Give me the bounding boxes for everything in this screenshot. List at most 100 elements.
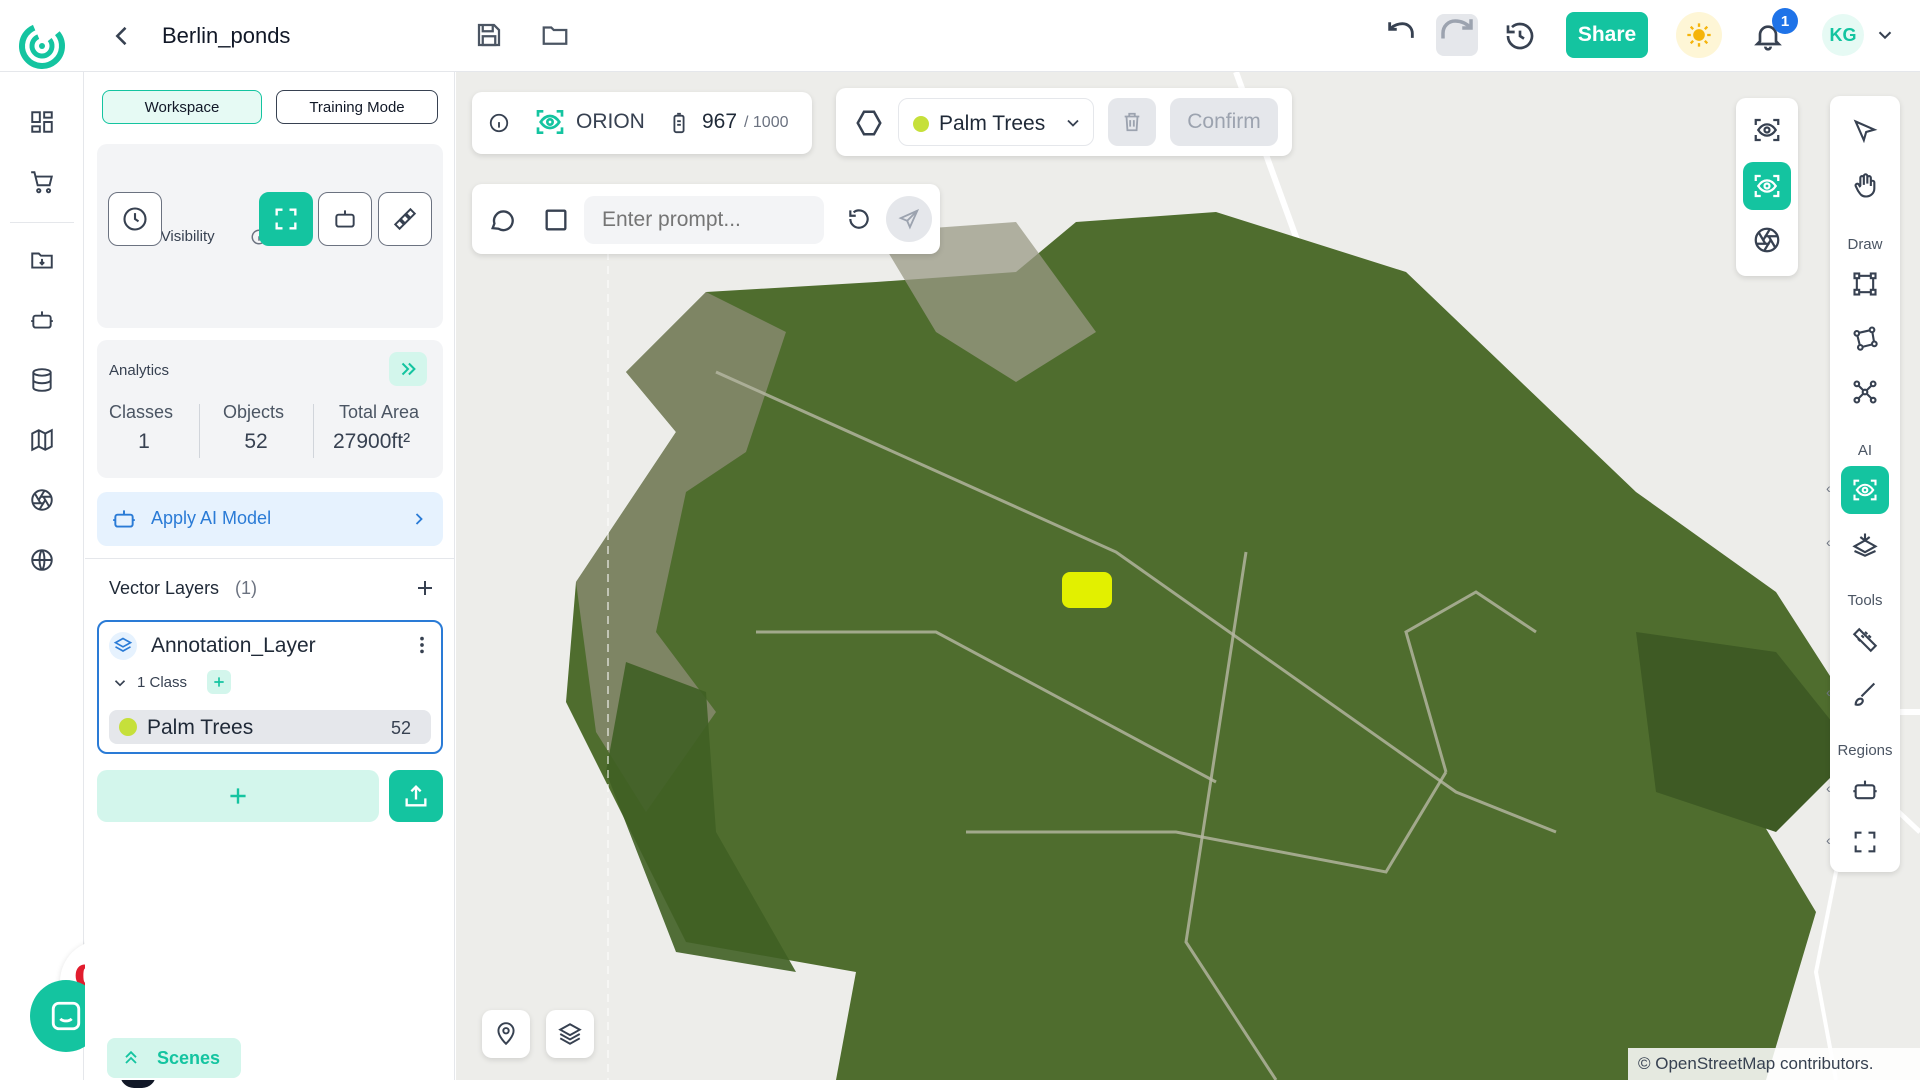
double-chevron-right-icon bbox=[401, 362, 416, 376]
scenes-button[interactable]: Scenes bbox=[107, 1038, 241, 1078]
eye-scan-active-icon[interactable] bbox=[1743, 162, 1791, 210]
hand-pan-icon[interactable] bbox=[1841, 162, 1889, 210]
analytics-divider-1 bbox=[199, 404, 200, 458]
robot-icon[interactable] bbox=[22, 300, 62, 340]
expand-segment-chevron[interactable]: ‹ bbox=[1826, 534, 1831, 550]
right-toolbar: Draw AI ‹ ‹ Tools ‹ Regions ‹ ‹ bbox=[1826, 96, 1900, 872]
polygon-icon[interactable] bbox=[854, 108, 884, 138]
dashboard-icon[interactable] bbox=[22, 102, 62, 142]
location-pin-icon bbox=[497, 1022, 515, 1046]
bounding-box-icon[interactable] bbox=[1841, 260, 1889, 308]
objects-label: Objects bbox=[223, 402, 285, 422]
add-class-button[interactable] bbox=[207, 670, 231, 694]
class-dropdown[interactable]: Palm Trees bbox=[898, 98, 1094, 146]
tab-workspace[interactable]: Workspace bbox=[102, 90, 262, 124]
aperture-icon[interactable] bbox=[22, 480, 62, 520]
checkbox-square-icon[interactable] bbox=[542, 206, 570, 234]
expand-brush-chevron[interactable]: ‹ bbox=[1826, 684, 1831, 700]
keypoint-icon[interactable] bbox=[1841, 368, 1889, 416]
region-robot-icon[interactable] bbox=[1841, 766, 1889, 814]
folder-download-icon[interactable] bbox=[22, 240, 62, 280]
ai-detect-icon[interactable] bbox=[1841, 466, 1889, 514]
share-button[interactable]: Share bbox=[1566, 12, 1648, 58]
class-dropdown-value: Palm Trees bbox=[939, 112, 1046, 135]
save-icon[interactable] bbox=[474, 20, 504, 50]
region-fullscreen-button[interactable] bbox=[259, 192, 313, 246]
globe-icon[interactable] bbox=[22, 540, 62, 580]
chevron-down-icon[interactable] bbox=[1874, 24, 1896, 46]
folder-icon[interactable] bbox=[540, 20, 570, 50]
region-satellite-button[interactable] bbox=[378, 192, 432, 246]
theme-toggle-button[interactable] bbox=[1676, 12, 1722, 58]
clock-icon bbox=[123, 207, 147, 231]
database-icon[interactable] bbox=[22, 360, 62, 400]
prompt-panel bbox=[472, 184, 940, 254]
app-logo[interactable] bbox=[18, 22, 66, 70]
add-layer-icon[interactable] bbox=[413, 576, 437, 600]
pointer-icon[interactable] bbox=[1841, 108, 1889, 156]
sidebar-divider bbox=[85, 558, 455, 559]
annotation-layer-card[interactable]: Annotation_Layer 1 Class Palm Trees 52 bbox=[97, 620, 443, 754]
region-robot-button[interactable] bbox=[318, 192, 372, 246]
expand-ai-chevron[interactable]: ‹ bbox=[1826, 480, 1831, 496]
classes-value: 1 bbox=[138, 430, 150, 453]
map-attribution[interactable]: © OpenStreetMap contributors. bbox=[1628, 1048, 1920, 1080]
analytics-expand-button[interactable] bbox=[389, 352, 427, 386]
cart-icon[interactable] bbox=[22, 162, 62, 202]
info-icon[interactable] bbox=[488, 112, 510, 134]
attribution-text: © OpenStreetMap contributors. bbox=[1638, 1054, 1874, 1073]
confirm-button[interactable]: Confirm bbox=[1170, 98, 1278, 146]
region-timer-button[interactable] bbox=[108, 192, 162, 246]
class-row-palm-trees[interactable]: Palm Trees 52 bbox=[109, 710, 431, 744]
tab-workspace-label: Workspace bbox=[144, 98, 220, 116]
tab-training-mode[interactable]: Training Mode bbox=[276, 90, 438, 124]
back-arrow-icon[interactable] bbox=[108, 22, 136, 50]
layers-icon bbox=[109, 632, 137, 660]
class-color-dot bbox=[119, 718, 137, 736]
section-regions-label: Regions bbox=[1837, 742, 1893, 759]
undo-icon[interactable] bbox=[1384, 18, 1418, 52]
export-layer-button[interactable] bbox=[389, 770, 443, 822]
redo-icon[interactable] bbox=[1436, 14, 1478, 56]
polygon-draw-icon[interactable] bbox=[1841, 314, 1889, 362]
tab-training-label: Training Mode bbox=[309, 98, 405, 116]
project-title: Berlin_ponds bbox=[162, 23, 291, 48]
class-select-panel: Palm Trees Confirm bbox=[836, 88, 1292, 156]
kebab-menu-icon[interactable] bbox=[411, 634, 433, 656]
notification-count: 1 bbox=[1780, 12, 1790, 30]
expand-robot-chevron[interactable]: ‹ bbox=[1826, 780, 1831, 796]
user-avatar[interactable]: KG bbox=[1822, 14, 1864, 56]
reset-icon[interactable] bbox=[846, 206, 872, 232]
location-button[interactable] bbox=[482, 1010, 530, 1058]
prompt-input[interactable] bbox=[584, 196, 824, 244]
history-icon[interactable] bbox=[1504, 20, 1536, 52]
trash-icon bbox=[1124, 112, 1140, 132]
class-name: Palm Trees bbox=[147, 716, 254, 739]
delete-button[interactable] bbox=[1108, 98, 1156, 146]
segment-icon[interactable] bbox=[1841, 520, 1889, 568]
class-object-count: 52 bbox=[391, 718, 412, 738]
layers-button[interactable] bbox=[546, 1010, 594, 1058]
map-canvas[interactable]: ORION 967 / 1000 Palm Trees Confirm Ente… bbox=[456, 72, 1920, 1080]
send-icon bbox=[898, 208, 920, 230]
satellite-icon bbox=[393, 207, 417, 231]
battery-icon bbox=[668, 110, 690, 136]
brush-icon[interactable] bbox=[1841, 670, 1889, 718]
expand-region-chevron[interactable]: ‹ bbox=[1826, 832, 1831, 848]
eye-scan-icon bbox=[534, 106, 566, 138]
send-button[interactable] bbox=[886, 196, 932, 242]
add-vector-layer-button[interactable] bbox=[97, 770, 379, 822]
ruler-icon[interactable] bbox=[1841, 616, 1889, 664]
left-rail: g. 15 bbox=[0, 72, 156, 1088]
aperture-icon[interactable] bbox=[1743, 216, 1791, 264]
eye-scan-icon[interactable] bbox=[1743, 106, 1791, 154]
apply-ai-model-button[interactable]: Apply AI Model bbox=[97, 492, 443, 546]
total-area-label: Total Area bbox=[339, 402, 420, 422]
collapse-chevron-icon[interactable] bbox=[111, 674, 129, 692]
chat-bubble-icon[interactable] bbox=[488, 206, 516, 234]
class-count-label: 1 Class bbox=[137, 674, 188, 691]
map-icon[interactable] bbox=[22, 420, 62, 460]
scenes-label: Scenes bbox=[157, 1048, 221, 1068]
double-chevron-up-icon bbox=[125, 1050, 137, 1064]
region-expand-icon[interactable] bbox=[1841, 818, 1889, 866]
